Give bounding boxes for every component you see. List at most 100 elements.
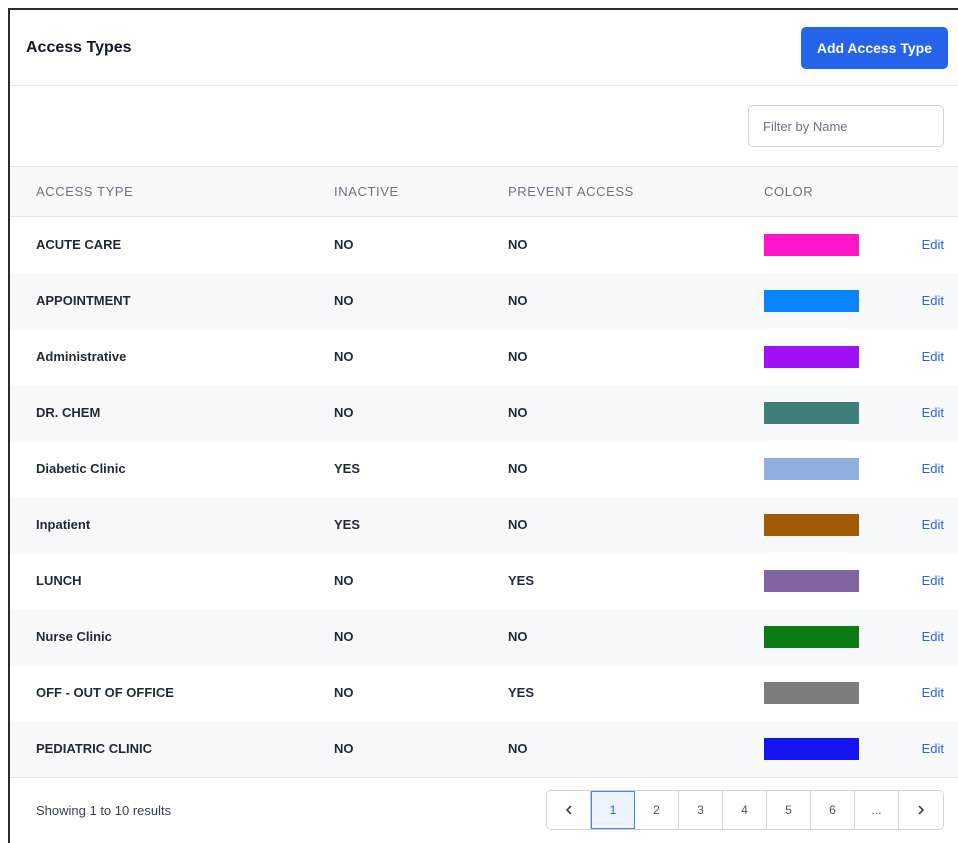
column-header-access-type: ACCESS TYPE — [10, 166, 333, 217]
color-swatch — [764, 233, 859, 256]
edit-link[interactable]: Edit — [922, 405, 944, 420]
cell-actions: Edit — [915, 385, 958, 441]
previous-page-button[interactable] — [547, 791, 591, 829]
results-count: Showing 1 to 10 results — [36, 802, 172, 818]
table-row: DR. CHEM NO NO Edit — [10, 384, 958, 441]
table-row: Nurse Clinic NO NO Edit — [10, 608, 958, 665]
cell-color — [763, 497, 915, 553]
cell-access-type: LUNCH — [36, 573, 82, 588]
cell-access-type: Nurse Clinic — [36, 629, 112, 644]
page-button-6[interactable]: 6 — [811, 791, 855, 829]
table-row: PEDIATRIC CLINIC NO NO Edit — [10, 720, 958, 777]
page-button-3[interactable]: 3 — [679, 791, 723, 829]
table-footer: Showing 1 to 10 results 1 2 3 4 5 6... — [10, 776, 958, 843]
color-swatch — [764, 625, 859, 648]
cell-actions: Edit — [915, 497, 958, 553]
cell-actions: Edit — [915, 329, 958, 385]
cell-prevent-access: NO — [508, 293, 528, 308]
access-types-table: ACCESS TYPE INACTIVE PREVENT ACCESS COLO… — [10, 166, 958, 777]
cell-access-type: DR. CHEM — [36, 405, 101, 420]
table-row: Administrative NO NO Edit — [10, 329, 958, 385]
edit-link[interactable]: Edit — [922, 741, 944, 756]
edit-link[interactable]: Edit — [922, 685, 944, 700]
page-button-4[interactable]: 4 — [723, 791, 767, 829]
color-swatch — [764, 737, 859, 760]
edit-link[interactable]: Edit — [922, 293, 944, 308]
cell-inactive: NO — [334, 629, 354, 644]
cell-actions: Edit — [915, 609, 958, 665]
page-ellipsis[interactable]: ... — [855, 791, 899, 829]
cell-prevent-access: NO — [508, 517, 528, 532]
cell-actions: Edit — [915, 665, 958, 721]
table-row: Diabetic Clinic YES NO Edit — [10, 441, 958, 497]
cell-access-type: APPOINTMENT — [36, 293, 131, 308]
pagination: 1 2 3 4 5 6... — [546, 790, 944, 830]
edit-link[interactable]: Edit — [922, 573, 944, 588]
cell-prevent-access: YES — [508, 685, 535, 700]
edit-link[interactable]: Edit — [922, 237, 944, 252]
color-swatch — [764, 513, 859, 536]
edit-link[interactable]: Edit — [922, 629, 944, 644]
color-swatch — [764, 401, 859, 424]
access-types-panel: Access Types Add Access Type ACCESS TYPE… — [8, 8, 958, 843]
cell-color — [763, 665, 915, 721]
panel-header: Access Types Add Access Type — [10, 10, 958, 86]
table-row: ACUTE CARE NO NO Edit — [10, 217, 958, 273]
edit-link[interactable]: Edit — [922, 461, 944, 476]
cell-actions: Edit — [915, 273, 958, 329]
cell-inactive: NO — [334, 741, 354, 756]
cell-access-type: PEDIATRIC CLINIC — [36, 741, 153, 756]
cell-actions: Edit — [915, 441, 958, 497]
cell-prevent-access: NO — [508, 237, 528, 253]
table-row: APPOINTMENT NO NO Edit — [10, 272, 958, 329]
column-header-actions — [915, 166, 958, 217]
cell-actions: Edit — [915, 721, 958, 777]
edit-link[interactable]: Edit — [922, 517, 944, 532]
color-swatch — [764, 289, 859, 312]
cell-inactive: NO — [334, 573, 354, 588]
table-header-row: ACCESS TYPE INACTIVE PREVENT ACCESS COLO… — [10, 166, 958, 217]
filter-bar — [10, 86, 958, 166]
column-header-prevent-access: PREVENT ACCESS — [507, 166, 763, 217]
filter-by-name-input[interactable] — [748, 105, 944, 147]
cell-actions: Edit — [915, 553, 958, 609]
page-button-1[interactable]: 1 — [591, 791, 635, 829]
color-swatch — [764, 569, 859, 592]
column-header-color: COLOR — [763, 166, 915, 217]
cell-inactive: NO — [334, 685, 354, 700]
cell-inactive: NO — [334, 237, 354, 253]
cell-color — [763, 609, 915, 665]
cell-color — [763, 217, 915, 273]
cell-access-type: OFF - OUT OF OFFICE — [36, 685, 174, 700]
cell-prevent-access: NO — [508, 629, 528, 644]
cell-inactive: NO — [334, 405, 354, 420]
cell-prevent-access: NO — [508, 741, 528, 756]
table-row: OFF - OUT OF OFFICE NO YES Edit — [10, 665, 958, 721]
cell-prevent-access: NO — [508, 405, 528, 420]
cell-inactive: NO — [334, 293, 354, 308]
add-access-type-button[interactable]: Add Access Type — [800, 26, 948, 69]
color-swatch — [764, 457, 859, 480]
cell-access-type: Administrative — [36, 349, 127, 364]
next-page-button[interactable] — [899, 791, 943, 829]
cell-prevent-access: YES — [508, 573, 535, 588]
page-title: Access Types — [26, 38, 132, 56]
cell-prevent-access: NO — [508, 349, 528, 364]
page-button-2[interactable]: 2 — [635, 791, 679, 829]
cell-inactive: YES — [334, 517, 361, 532]
cell-access-type: Inpatient — [36, 517, 91, 532]
cell-prevent-access: NO — [508, 461, 528, 476]
chevron-right-icon — [918, 805, 925, 815]
color-swatch — [764, 345, 859, 368]
page-button-5[interactable]: 5 — [767, 791, 811, 829]
table-row: Inpatient YES NO Edit — [10, 496, 958, 553]
cell-color — [763, 385, 915, 441]
cell-inactive: NO — [334, 349, 354, 364]
chevron-left-icon — [565, 805, 572, 815]
table-body: ACUTE CARE NO NO Edit APPOINTMENT NO NO Edit Adm… — [10, 217, 958, 777]
cell-actions: Edit — [915, 217, 958, 273]
table-row: LUNCH NO YES Edit — [10, 553, 958, 609]
cell-color — [763, 273, 915, 329]
cell-inactive: YES — [334, 461, 361, 476]
edit-link[interactable]: Edit — [922, 349, 944, 364]
